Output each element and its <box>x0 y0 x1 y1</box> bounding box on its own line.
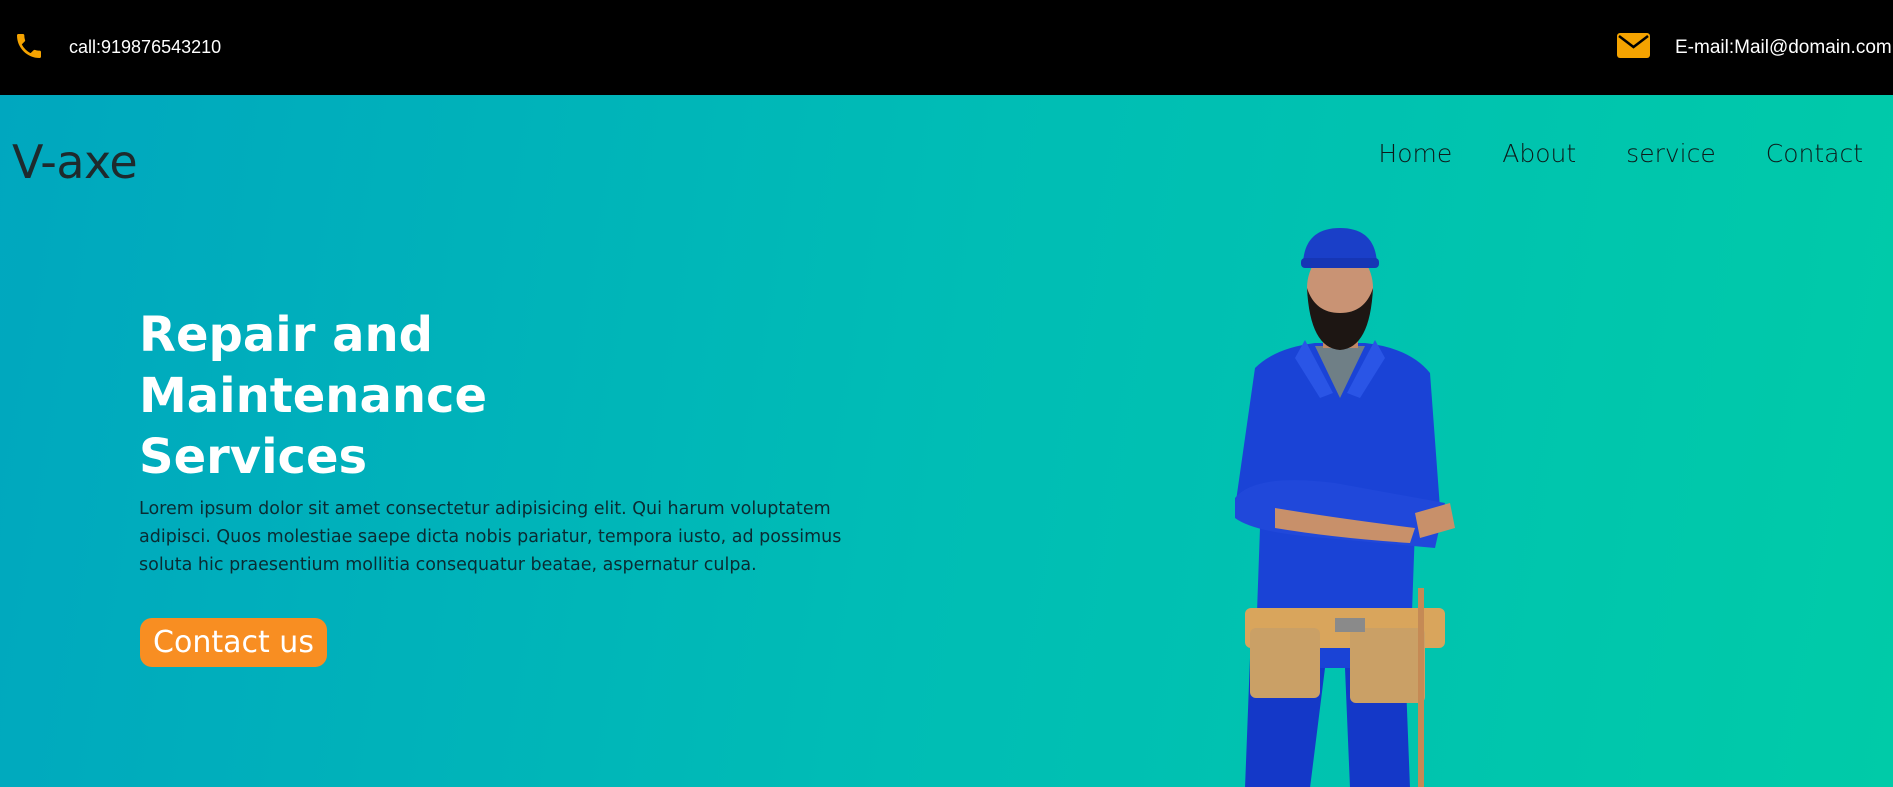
hero-section: V-axe Home About service Contact Repair … <box>0 95 1893 787</box>
main-nav: Home About service Contact <box>1378 139 1863 168</box>
hero-heading-line: Repair and <box>139 307 434 363</box>
hero-heading: Repair and Maintenance Services <box>139 305 599 488</box>
nav-about[interactable]: About <box>1502 139 1576 168</box>
nav-service[interactable]: service <box>1626 139 1716 168</box>
worker-image <box>1235 228 1455 787</box>
phone-icon <box>17 34 41 58</box>
top-contact-bar: call:919876543210 E-mail:Mail@domain.com <box>0 0 1893 95</box>
hero-description: Lorem ipsum dolor sit amet consectetur a… <box>139 499 842 575</box>
contact-us-button[interactable]: Contact us <box>140 618 327 667</box>
email-address: E-mail:Mail@domain.com <box>1675 37 1892 58</box>
hero-heading-line: Maintenance <box>139 368 488 424</box>
hero-heading-line: Services <box>139 429 368 485</box>
envelope-icon <box>1617 33 1650 58</box>
nav-home[interactable]: Home <box>1378 139 1452 168</box>
brand-logo[interactable]: V-axe <box>12 135 138 189</box>
phone-number: call:919876543210 <box>69 37 222 57</box>
nav-contact[interactable]: Contact <box>1766 139 1863 168</box>
